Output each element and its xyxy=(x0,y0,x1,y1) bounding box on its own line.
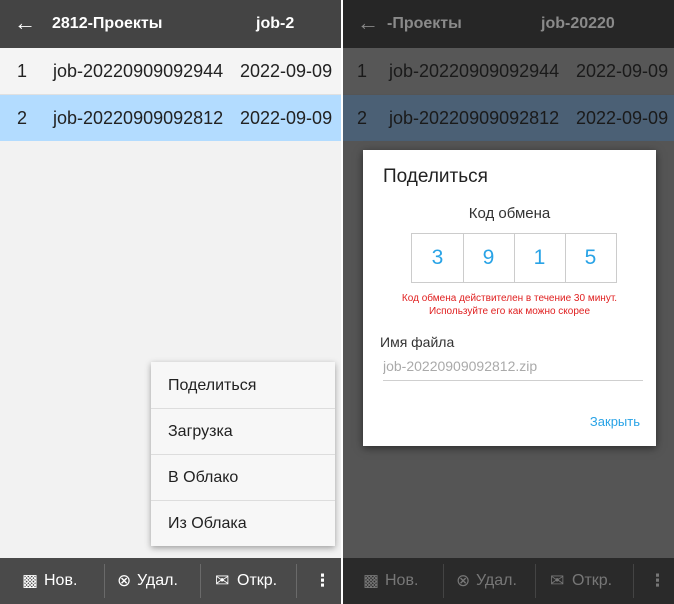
open-button: ✉ Откр. xyxy=(536,558,631,604)
row-name: job-20220909092812 xyxy=(53,108,224,128)
filename-field[interactable] xyxy=(383,352,643,381)
back-arrow-icon[interactable]: ← xyxy=(14,11,36,35)
list-item-selected[interactable]: 2 job-20220909092812 2022-09-09 xyxy=(0,95,341,141)
code-digit: 1 xyxy=(533,246,546,269)
menu-item-label: Поделиться xyxy=(168,377,257,394)
row-name: job-20220909092944 xyxy=(53,61,224,81)
open-label: Откр. xyxy=(237,572,278,589)
row-date: 2022-09-09 xyxy=(576,61,669,81)
code-digit: 5 xyxy=(584,246,597,269)
menu-item-share[interactable]: Поделиться xyxy=(151,362,335,408)
header-title: -Проекты xyxy=(387,15,462,32)
header-title: 2812-Проекты xyxy=(52,15,163,32)
delete-button: ⊗ Удал. xyxy=(444,558,534,604)
open-button[interactable]: ✉ Откр. xyxy=(201,558,296,604)
delete-circle-icon: ⊗ xyxy=(117,571,132,590)
list-item: 1 job-20220909092944 2022-09-09 xyxy=(343,48,674,94)
app-header: ← 2812-Проекты job-2 xyxy=(0,0,341,48)
code-digit: 3 xyxy=(431,246,444,269)
row-number: 2 xyxy=(17,108,28,128)
new-button[interactable]: ▩ Нов. xyxy=(0,558,100,604)
new-button: ▩ Нов. xyxy=(343,558,441,604)
row-date: 2022-09-09 xyxy=(576,108,669,128)
right-screen: ← -Проекты job-20220 1 job-2022090909294… xyxy=(343,0,674,604)
menu-item-to-cloud[interactable]: В Облако xyxy=(151,454,335,500)
more-vertical-icon: ⋮ xyxy=(649,571,666,590)
bottom-toolbar: ▩ Нов. ⊗ Удал. ✉ Откр. ⋮ xyxy=(343,558,674,604)
toolbar-divider xyxy=(633,564,634,598)
bottom-toolbar: ▩ Нов. ⊗ Удал. ✉ Откр. ⋮ xyxy=(0,558,341,604)
row-date: 2022-09-09 xyxy=(240,61,333,81)
add-project-icon: ▩ xyxy=(363,571,380,590)
code-digit: 9 xyxy=(482,246,495,269)
dialog-title: Поделиться xyxy=(383,166,488,187)
share-dialog: Поделиться Код обмена 3 9 1 5 Код обмена… xyxy=(363,150,656,446)
exchange-code-box: 3 9 1 5 xyxy=(411,233,617,283)
validity-warning-secondary: Используйте его как можно скорее xyxy=(428,306,591,317)
open-envelope-icon: ✉ xyxy=(550,571,565,590)
toolbar-divider xyxy=(296,564,297,598)
validity-warning: Код обмена действителен в течение 30 мин… xyxy=(401,293,618,304)
row-name: job-20220909092812 xyxy=(389,108,560,128)
row-number: 1 xyxy=(17,61,28,81)
filename-label: Имя файла xyxy=(380,334,455,350)
more-options-button[interactable]: ⋮ xyxy=(300,558,340,604)
delete-label: Удал. xyxy=(476,572,517,589)
close-button[interactable]: Закрыть xyxy=(590,414,640,429)
open-label: Откр. xyxy=(572,572,613,589)
menu-item-from-cloud[interactable]: Из Облака xyxy=(151,500,335,546)
add-project-icon: ▩ xyxy=(22,571,39,590)
list-item[interactable]: 1 job-20220909092944 2022-09-09 xyxy=(0,48,341,95)
overflow-menu: Поделиться Загрузка В Облако Из Облака xyxy=(151,362,335,546)
menu-item-label: В Облако xyxy=(168,469,239,486)
list-item-selected: 2 job-20220909092812 2022-09-09 xyxy=(343,95,674,141)
more-options-button: ⋮ xyxy=(635,558,673,604)
more-vertical-icon: ⋮ xyxy=(314,571,331,590)
menu-item-label: Из Облака xyxy=(168,515,247,532)
row-name: job-20220909092944 xyxy=(389,61,560,81)
menu-item-download[interactable]: Загрузка xyxy=(151,408,335,454)
exchange-code-label: Код обмена xyxy=(468,205,551,222)
row-number: 1 xyxy=(357,61,368,81)
new-label: Нов. xyxy=(44,572,78,589)
menu-item-label: Загрузка xyxy=(168,423,233,440)
row-date: 2022-09-09 xyxy=(240,108,333,128)
left-screen: ← 2812-Проекты job-2 1 job-2022090909294… xyxy=(0,0,341,604)
new-label: Нов. xyxy=(385,572,419,589)
delete-label: Удал. xyxy=(137,572,178,589)
row-number: 2 xyxy=(357,108,368,128)
header-title-secondary: job-20220 xyxy=(541,15,615,32)
header-title-secondary: job-2 xyxy=(256,15,295,32)
delete-circle-icon: ⊗ xyxy=(456,571,471,590)
app-header: ← -Проекты job-20220 xyxy=(343,0,674,48)
open-envelope-icon: ✉ xyxy=(215,571,230,590)
back-arrow-icon[interactable]: ← xyxy=(357,11,379,35)
delete-button[interactable]: ⊗ Удал. xyxy=(105,558,200,604)
